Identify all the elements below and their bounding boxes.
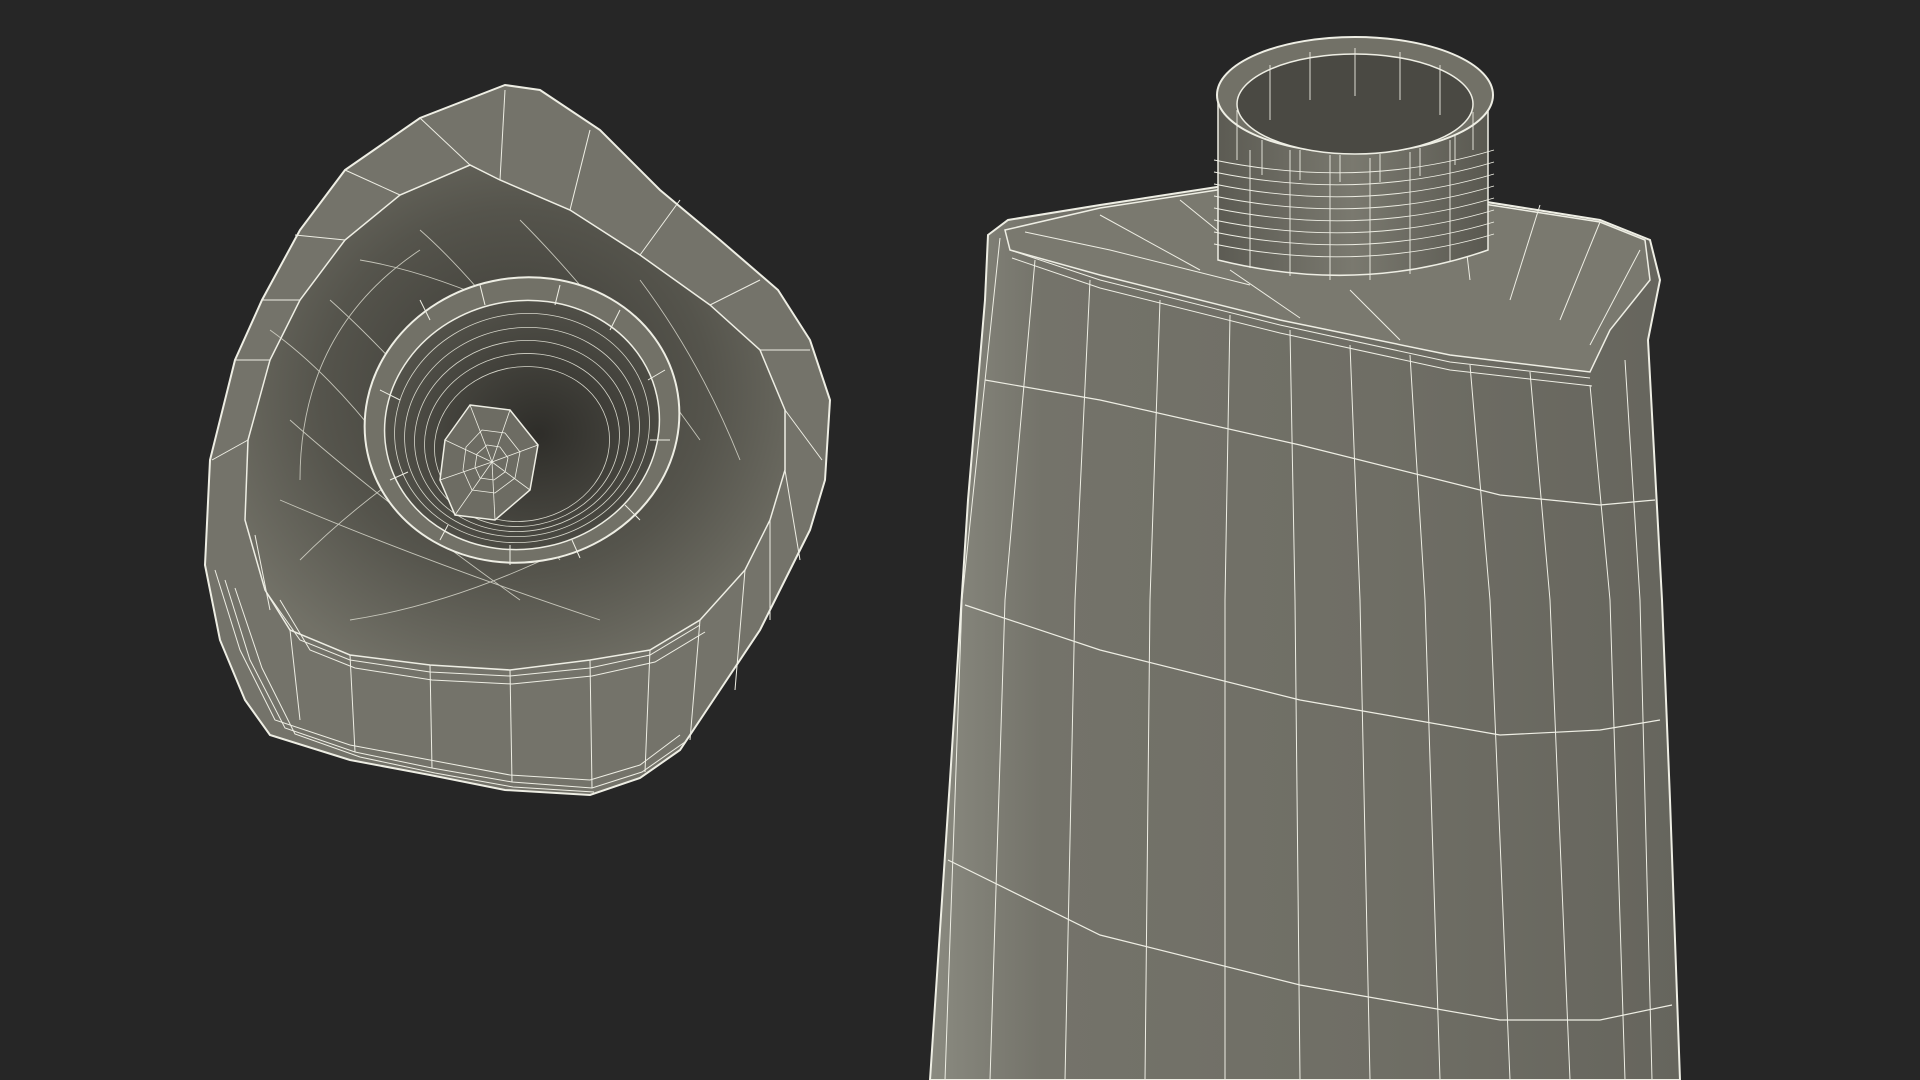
render-viewport xyxy=(203,36,1682,1080)
tube-cap-mesh xyxy=(203,83,832,797)
tube-body-mesh xyxy=(928,36,1682,1080)
tube-threaded-neck xyxy=(1213,36,1495,280)
